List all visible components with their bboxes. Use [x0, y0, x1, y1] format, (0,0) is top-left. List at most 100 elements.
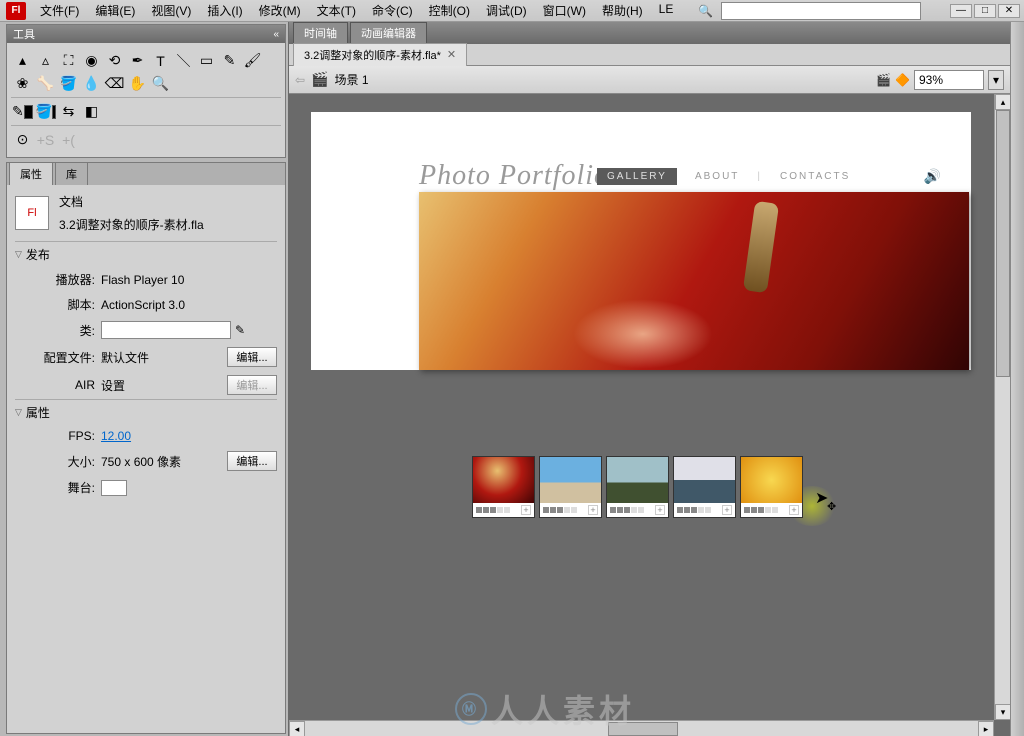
- scene-icon: 🎬: [311, 71, 328, 88]
- stage-color-swatch[interactable]: [101, 480, 127, 496]
- script-value: ActionScript 3.0: [101, 298, 185, 312]
- paint-bucket-tool[interactable]: 🪣: [57, 72, 80, 95]
- zoom-dropdown[interactable]: ▾: [988, 70, 1004, 90]
- rectangle-tool[interactable]: ▭: [195, 49, 218, 72]
- hand-tool[interactable]: ✋: [126, 72, 149, 95]
- thumb-4[interactable]: +: [673, 456, 736, 518]
- tab-library[interactable]: 库: [55, 162, 88, 185]
- stage-canvas[interactable]: Photo Portfolio GALLERY ABOUT | CONTACTS…: [311, 112, 971, 370]
- app-icon: Fl: [6, 2, 26, 20]
- edit-scene-icon[interactable]: 🎬: [876, 73, 891, 87]
- snap-to-object[interactable]: ⊙: [11, 128, 34, 151]
- vertical-scrollbar[interactable]: ▴ ▾: [994, 94, 1010, 720]
- fill-color[interactable]: 🪣: [34, 100, 57, 123]
- pencil-tool[interactable]: ✎: [218, 49, 241, 72]
- edit-bar: ⇦ 🎬 场景 1 🎬 🔶 93% ▾: [289, 66, 1010, 94]
- class-label: 类:: [39, 322, 95, 339]
- menu-commands[interactable]: 命令(C): [364, 0, 421, 22]
- zoom-input[interactable]: 93%: [914, 70, 984, 90]
- scroll-right-icon[interactable]: ▸: [978, 721, 994, 736]
- thumb-1[interactable]: +: [472, 456, 535, 518]
- air-edit-button[interactable]: 编辑...: [227, 375, 277, 395]
- menu-debug[interactable]: 调试(D): [478, 0, 535, 22]
- close-button[interactable]: ✕: [998, 4, 1020, 18]
- fps-value[interactable]: 12.00: [101, 429, 131, 443]
- brush-tool[interactable]: 🖌: [241, 49, 264, 72]
- tab-motion-editor[interactable]: 动画编辑器: [350, 22, 427, 44]
- close-tab-icon[interactable]: ✕: [447, 48, 456, 61]
- air-value: 设置: [101, 377, 125, 394]
- subselection-tool[interactable]: ▵: [34, 49, 57, 72]
- menu-control[interactable]: 控制(O): [421, 0, 478, 22]
- menu-edit[interactable]: 编辑(E): [87, 0, 143, 22]
- minimize-button[interactable]: —: [950, 4, 972, 18]
- 3d-rotation-tool[interactable]: ◉: [80, 49, 103, 72]
- free-transform-tool[interactable]: ⛶: [57, 49, 80, 72]
- menu-window[interactable]: 窗口(W): [535, 0, 594, 22]
- section-attributes[interactable]: 属性: [15, 399, 277, 425]
- back-icon[interactable]: ⇦: [295, 73, 305, 87]
- stage-area[interactable]: Photo Portfolio GALLERY ABOUT | CONTACTS…: [289, 94, 1010, 736]
- scroll-down-icon[interactable]: ▾: [995, 704, 1010, 720]
- size-edit-button[interactable]: 编辑...: [227, 451, 277, 471]
- class-input[interactable]: [101, 321, 231, 339]
- text-tool[interactable]: T: [149, 49, 172, 72]
- search-input[interactable]: [721, 2, 921, 20]
- swap-colors[interactable]: ⇆: [57, 100, 80, 123]
- menu-help[interactable]: 帮助(H): [594, 0, 651, 22]
- menu-bar: Fl 文件(F) 编辑(E) 视图(V) 插入(I) 修改(M) 文本(T) 命…: [0, 0, 1024, 22]
- tab-timeline[interactable]: 时间轴: [293, 22, 348, 44]
- scroll-up-icon[interactable]: ▴: [995, 94, 1010, 110]
- menu-le[interactable]: LE: [651, 0, 682, 22]
- pen-tool[interactable]: ✒: [126, 49, 149, 72]
- bone-tool[interactable]: 🦴: [34, 72, 57, 95]
- player-label: 播放器:: [39, 271, 95, 288]
- document-icon: Fl: [15, 196, 49, 230]
- scroll-thumb-h[interactable]: [608, 722, 678, 736]
- tab-properties[interactable]: 属性: [9, 162, 53, 185]
- size-value: 750 x 600 像素: [101, 453, 181, 470]
- section-publish[interactable]: 发布: [15, 241, 277, 267]
- eyedropper-tool[interactable]: 💧: [80, 72, 103, 95]
- edit-class-icon[interactable]: ✎: [235, 323, 245, 337]
- nav-gallery: GALLERY: [597, 168, 677, 185]
- default-colors[interactable]: ◧: [80, 100, 103, 123]
- profile-edit-button[interactable]: 编辑...: [227, 347, 277, 367]
- eraser-tool[interactable]: ⌫: [103, 72, 126, 95]
- menu-modify[interactable]: 修改(M): [251, 0, 309, 22]
- tools-title: 工具: [13, 26, 35, 42]
- deco-tool[interactable]: ❀: [11, 72, 34, 95]
- menu-view[interactable]: 视图(V): [143, 0, 199, 22]
- stroke-color[interactable]: ✎: [11, 100, 34, 123]
- selection-tool[interactable]: ▴: [11, 49, 34, 72]
- maximize-button[interactable]: □: [974, 4, 996, 18]
- hero-image[interactable]: [419, 192, 969, 370]
- player-value: Flash Player 10: [101, 273, 184, 287]
- right-dock-strip[interactable]: [1010, 22, 1024, 736]
- nav-contacts: CONTACTS: [780, 171, 850, 182]
- lasso-tool[interactable]: ⟲: [103, 49, 126, 72]
- search-icon: 🔍: [698, 4, 713, 18]
- tools-collapse-icon[interactable]: «: [273, 29, 279, 40]
- smooth-option[interactable]: +S: [34, 128, 57, 151]
- thumb-2[interactable]: +: [539, 456, 602, 518]
- scroll-left-icon[interactable]: ◂: [289, 721, 305, 736]
- menu-text[interactable]: 文本(T): [309, 0, 364, 22]
- horizontal-scrollbar[interactable]: ◂ ▸: [289, 720, 994, 736]
- thumbnail-strip: + + + + +: [472, 456, 803, 518]
- sound-icon: 🔊: [924, 168, 941, 185]
- thumb-3[interactable]: +: [606, 456, 669, 518]
- document-tabs: 3.2调整对象的顺序-素材.fla*✕: [289, 44, 1010, 66]
- site-nav: GALLERY ABOUT | CONTACTS: [597, 168, 850, 185]
- stage-label: 舞台:: [39, 479, 95, 496]
- script-label: 脚本:: [39, 296, 95, 313]
- document-tab[interactable]: 3.2调整对象的顺序-素材.fla*✕: [293, 43, 467, 67]
- thumb-5[interactable]: +: [740, 456, 803, 518]
- zoom-tool[interactable]: 🔍: [149, 72, 172, 95]
- scroll-thumb-v[interactable]: [996, 110, 1010, 377]
- menu-insert[interactable]: 插入(I): [199, 0, 250, 22]
- line-tool[interactable]: ＼: [172, 49, 195, 72]
- menu-file[interactable]: 文件(F): [32, 0, 87, 22]
- straighten-option[interactable]: +(: [57, 128, 80, 151]
- edit-symbols-icon[interactable]: 🔶: [895, 73, 910, 87]
